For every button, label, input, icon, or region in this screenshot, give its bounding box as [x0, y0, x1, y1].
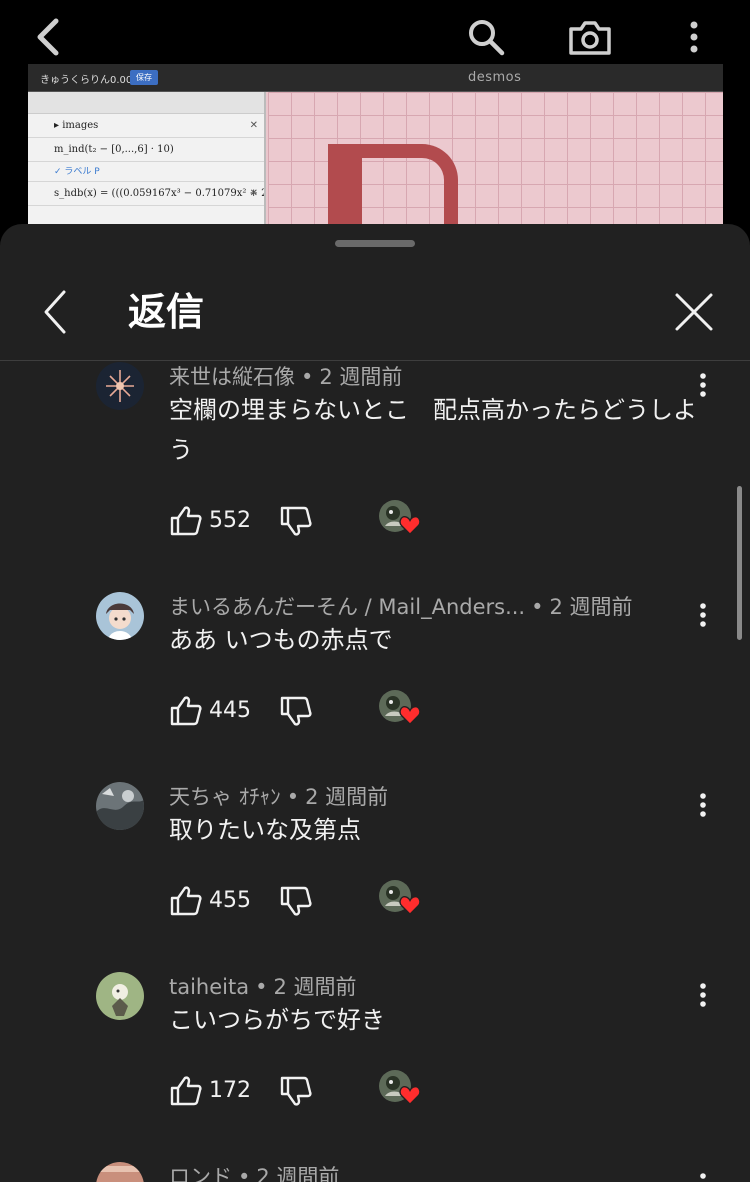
back-icon[interactable]: [24, 12, 74, 62]
back-button[interactable]: [30, 286, 80, 338]
more-vert-icon: [700, 603, 706, 627]
reply-meta: 天ちゃ ｵﾁｬﾝ • 2 週間前: [169, 785, 389, 809]
avatar[interactable]: [96, 782, 144, 830]
author-name[interactable]: まいるあんだーそん / Mail_Anders...: [169, 595, 525, 619]
expression-row: m_ind(t₂ − [0,...,6] · 10): [28, 138, 264, 162]
graph-letter-shape: [328, 144, 350, 234]
comment-text: 空欄の埋まらないとこ 配点高かったらどうしよう: [169, 396, 697, 464]
timestamp: 2 週間前: [319, 365, 403, 389]
reply-actions: 445: [169, 690, 469, 734]
more-vert-icon[interactable]: [669, 12, 719, 62]
reply-meta: 来世は縦石像 • 2 週間前: [169, 365, 403, 389]
expression-row: s_hdb(x) = (((0.059167x³ − 0.71079x² + 2…: [28, 182, 264, 206]
dislike-button[interactable]: [279, 504, 313, 538]
drag-handle[interactable]: [335, 240, 415, 247]
like-button[interactable]: [169, 1074, 203, 1108]
more-vert-icon: [700, 373, 706, 397]
desmos-graph-name: きゅうくらりん0.00 ▾: [40, 75, 141, 86]
heart-icon: [399, 516, 421, 535]
sheet-title: 返信: [128, 290, 205, 334]
sheet-header: 返信: [0, 264, 750, 360]
avatar[interactable]: [96, 1162, 144, 1182]
expression-row: ▸ images ✕: [28, 114, 264, 138]
reply-item: 天ちゃ ｵﾁｬﾝ • 2 週間前 取りたいな及第点 455: [0, 782, 750, 972]
expression-row: ✓ ラベル P: [28, 162, 264, 182]
timestamp: 2 週間前: [549, 595, 633, 619]
heart-icon: [399, 706, 421, 725]
reply-meta: ロンド • 2 週間前: [169, 1164, 339, 1182]
like-count: 445: [209, 698, 251, 723]
heart-icon: [399, 1086, 421, 1105]
reply-item: ロンド • 2 週間前: [0, 1162, 750, 1182]
more-options-button[interactable]: [686, 598, 720, 632]
creator-heart-badge: [379, 1070, 423, 1110]
reply-actions: 455: [169, 880, 469, 924]
close-button[interactable]: [668, 286, 720, 338]
camera-icon[interactable]: [565, 12, 615, 62]
like-button[interactable]: [169, 504, 203, 538]
more-options-button[interactable]: [686, 368, 720, 402]
dislike-button[interactable]: [279, 884, 313, 918]
comment-text: ああ いつもの赤点で: [169, 626, 393, 654]
more-options-button[interactable]: [686, 978, 720, 1012]
reply-actions: 552: [169, 500, 469, 544]
timestamp: 2 週間前: [273, 975, 357, 999]
replies-sheet: 返信 来世は縦石像 • 2 週間前 空欄の埋まらないとこ 配点高かったらどうしよう …: [0, 224, 750, 1182]
avatar[interactable]: [96, 972, 144, 1020]
avatar[interactable]: [96, 592, 144, 640]
video-top-bar: [0, 0, 750, 70]
desmos-logo: desmos: [468, 70, 522, 85]
close-icon: [675, 293, 713, 331]
dislike-button[interactable]: [279, 1074, 313, 1108]
comment-text: こいつらがちで好き: [169, 1006, 385, 1034]
chevron-left-icon: [44, 290, 66, 334]
author-name[interactable]: taiheita: [169, 975, 249, 999]
header-divider: [0, 360, 750, 361]
reply-item: taiheita • 2 週間前 こいつらがちで好き 172: [0, 972, 750, 1162]
timestamp: 2 週間前: [305, 785, 389, 809]
reply-item: 来世は縦石像 • 2 週間前 空欄の埋まらないとこ 配点高かったらどうしよう 552: [0, 362, 750, 552]
timestamp: 2 週間前: [256, 1165, 340, 1182]
like-button[interactable]: [169, 694, 203, 728]
graph-letter-shape: [348, 144, 458, 234]
more-vert-icon: [700, 1173, 706, 1179]
reply-item: まいるあんだーそん / Mail_Anders... • 2 週間前 ああ いつもの…: [0, 592, 750, 782]
author-name[interactable]: 来世は縦石像: [169, 365, 295, 389]
desmos-save-button: 保存: [130, 70, 158, 85]
creator-heart-badge: [379, 880, 423, 920]
desmos-toolbar: きゅうくらりん0.00 ▾ 保存 desmos: [28, 64, 723, 92]
desmos-expression-panel: ▸ images ✕ m_ind(t₂ − [0,...,6] · 10) ✓ ラ…: [28, 92, 266, 234]
comment-text: 取りたいな及第点: [169, 816, 361, 844]
like-button[interactable]: [169, 884, 203, 918]
author-name[interactable]: ロンド: [169, 1165, 232, 1182]
more-options-button[interactable]: [686, 788, 720, 822]
avatar[interactable]: [96, 362, 144, 410]
reply-meta: taiheita • 2 週間前: [169, 975, 357, 999]
video-player[interactable]: きゅうくらりん0.00 ▾ 保存 desmos ▸ images ✕ m_ind(…: [28, 64, 723, 234]
like-count: 172: [209, 1078, 251, 1103]
like-count: 552: [209, 508, 251, 533]
more-vert-icon: [700, 793, 706, 817]
like-count: 455: [209, 888, 251, 913]
desmos-panel-toolbar: [28, 92, 264, 114]
more-options-button[interactable]: [686, 1168, 720, 1182]
author-name[interactable]: 天ちゃ ｵﾁｬﾝ: [169, 785, 281, 809]
more-vert-icon: [700, 983, 706, 1007]
search-icon[interactable]: [461, 12, 511, 62]
heart-icon: [399, 896, 421, 915]
creator-heart-badge: [379, 500, 423, 540]
reply-actions: 172: [169, 1070, 469, 1114]
creator-heart-badge: [379, 690, 423, 730]
dislike-button[interactable]: [279, 694, 313, 728]
reply-meta: まいるあんだーそん / Mail_Anders... • 2 週間前: [169, 595, 633, 619]
